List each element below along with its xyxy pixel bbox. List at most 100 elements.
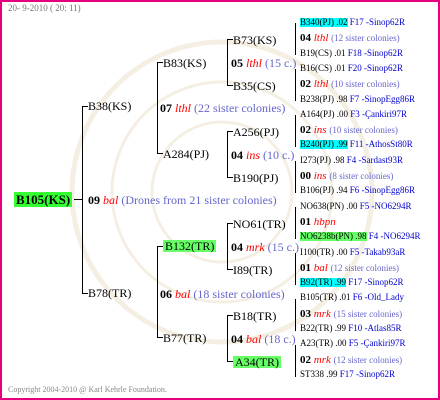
sister-colonies-note: (12 sister colonies)	[330, 262, 400, 273]
drone-gen-number: 02	[300, 124, 311, 137]
ancestor-row[interactable]: B19(CS) .01 F18 -Sinop62R	[300, 47, 404, 58]
ancestor-row[interactable]: I100(TR) .00 F5 -Takab93aR	[300, 246, 406, 257]
tree-line	[295, 23, 296, 55]
tree-line	[295, 299, 296, 331]
drone-origin-row: 01 hbpn	[300, 215, 336, 228]
drone-origin-row: 00 ins (8 sister colonies)	[300, 171, 393, 182]
ancestor-row[interactable]: I273(PJ) .98 F4 -Sardast93R	[300, 154, 403, 165]
ancestor-id[interactable]: I100(TR) .00	[300, 247, 348, 257]
drone-race: hbpn	[313, 215, 336, 228]
ancestor-source: F18 -Sinop62R	[347, 47, 404, 58]
ancestor-id[interactable]: B19(CS) .01	[300, 48, 346, 58]
ancestor-source: F6 -SinopEgg86R	[349, 185, 416, 196]
ancestor-source: F7 -SinopEgg86R	[349, 93, 416, 104]
sister-colonies-note: (10 sister colonies)	[329, 125, 398, 136]
tree-line	[157, 62, 158, 154]
drone-gen-number: 01	[300, 215, 311, 228]
ancestor-id[interactable]: NO638(PN) .00	[300, 201, 358, 211]
great-grandparent-queen[interactable]: B73(KS)	[233, 34, 276, 46]
drone-race: lthl	[313, 32, 329, 45]
drone-race: ins	[313, 124, 327, 137]
root-queen[interactable]: B105(KS)	[14, 192, 73, 207]
ancestor-id[interactable]: B105(TR) .01	[300, 293, 351, 302]
parent-queen-1[interactable]: B38(KS)	[88, 100, 131, 112]
ancestor-row[interactable]: B106(PJ) .94 F6 -SinopEgg86R	[300, 186, 415, 195]
great-grandparent-queen[interactable]: I89(TR)	[233, 264, 272, 276]
tree-line	[295, 253, 296, 285]
drone-origin-row: 02 lthl (10 sister colonies)	[300, 79, 400, 90]
tree-line	[295, 345, 296, 377]
ancestor-row[interactable]: B238(PJ) .98 F7 -SinopEgg86R	[300, 93, 416, 104]
grandparent-3-drone-info: 04 mrk (15 c.)	[231, 240, 299, 254]
ancestor-row[interactable]: B105(TR) .01 F6 -Old_Lady	[300, 293, 404, 302]
ancestor-id[interactable]: B22(TR) .99	[300, 324, 346, 333]
ancestor-source: F17 -Sinop62R	[349, 17, 406, 27]
great-grandparent-queen[interactable]: B190(PJ)	[233, 172, 278, 184]
sister-colonies-note: (15 sister colonies)	[333, 308, 403, 319]
ancestor-source: F5 -NO6294R	[359, 200, 412, 211]
great-grandparent-queen[interactable]: A256(PJ)	[233, 126, 279, 138]
ancestor-row[interactable]: NO6238b(PN) .98 F4 -NO6294R	[300, 231, 421, 242]
ancestor-source: F20 -Sinop62R	[347, 62, 404, 73]
tree-line	[295, 207, 296, 239]
tree-line	[74, 199, 83, 200]
ancestor-row[interactable]: B22(TR) .99 F10 -Atlas85R	[300, 324, 402, 333]
ancestor-row[interactable]: A164(PJ) .00 F3 -Çankiri97R	[300, 109, 407, 119]
grandparent-4-drone-info: 04 bal (18 c.)	[231, 332, 296, 346]
parent-2-drone-info: 06 bal (18 sister colonies)	[160, 287, 285, 301]
drone-origin-row: 04 lthl (12 sister colonies)	[300, 33, 400, 44]
ancestor-source: F11 -AthosSt80R	[349, 139, 413, 150]
great-grandparent-queen[interactable]: NO61(TR)	[233, 218, 286, 230]
sister-colonies-note: (10 sister colonies)	[331, 79, 400, 90]
drone-gen-number: 02	[300, 353, 311, 366]
ancestor-row[interactable]: B240(PJ) .99 F11 -AthosSt80R	[300, 139, 413, 150]
ancestor-id[interactable]: B238(PJ) .98	[300, 94, 348, 104]
tree-line	[82, 106, 83, 294]
drone-race: mrk	[313, 307, 331, 320]
grandparent-queen-3[interactable]: B132(TR)	[163, 240, 217, 252]
drone-gen-number: 01	[300, 261, 311, 274]
drone-race: bal	[313, 261, 328, 274]
ancestor-source: F4 -Sardast93R	[346, 154, 403, 165]
sister-colonies-note: (12 sister colonies)	[331, 33, 400, 44]
drone-gen-number: 03	[300, 307, 311, 320]
ancestor-id[interactable]: B340(PJ) .02	[300, 18, 348, 27]
ancestor-id[interactable]: B240(PJ) .99	[300, 140, 348, 150]
ancestor-id[interactable]: B16(CS) .01	[300, 63, 346, 73]
drone-origin-row: 01 bal (12 sister colonies)	[300, 261, 400, 274]
tree-line	[227, 315, 228, 362]
tree-line	[295, 115, 296, 147]
ancestor-source: F17 -Sinop62R	[348, 277, 404, 288]
great-grandparent-queen[interactable]: B18(TR)	[233, 310, 276, 322]
grandparent-queen-4[interactable]: B77(TR)	[163, 332, 206, 344]
ancestor-row[interactable]: NO638(PN) .00 F5 -NO6294R	[300, 200, 412, 211]
ancestor-source: F5 -Çankiri97R	[348, 338, 406, 349]
grandparent-queen-2[interactable]: A284(PJ)	[163, 148, 209, 160]
drone-race: mrk	[313, 353, 331, 366]
ancestor-source: F4 -NO6294R	[368, 231, 421, 242]
root-drone-info: 09 bal (Drones from 21 sister colonies)	[88, 193, 277, 207]
great-grandparent-queen[interactable]: A34(TR)	[233, 356, 281, 368]
ancestor-row[interactable]: B340(PJ) .02 F17 -Sinop62R	[300, 18, 405, 27]
ancestor-row[interactable]: ST338 .99 F17 -Sinop62R	[300, 369, 395, 379]
tree-line	[227, 39, 228, 86]
ancestor-id[interactable]: A23(TR) .00	[300, 339, 347, 348]
tree-line	[157, 246, 158, 338]
ancestor-id[interactable]: ST338 .99	[300, 369, 338, 379]
ancestor-row[interactable]: B92(TR) .99 F17 -Sinop62R	[300, 277, 404, 288]
ancestor-source: F5 -Takab93aR	[349, 246, 406, 257]
grandparent-2-drone-info: 04 ins (10 c.)	[231, 148, 295, 162]
parent-queen-2[interactable]: B78(TR)	[88, 287, 131, 299]
ancestor-id[interactable]: B106(PJ) .94	[300, 186, 348, 195]
sister-colonies-note: (12 sister colonies)	[333, 354, 403, 365]
great-grandparent-queen[interactable]: B35(CS)	[233, 80, 276, 92]
ancestor-id[interactable]: B92(TR) .99	[300, 278, 346, 288]
ancestor-row[interactable]: B16(CS) .01 F20 -Sinop62R	[300, 62, 404, 73]
tree-line	[227, 223, 228, 270]
grandparent-queen-1[interactable]: B83(KS)	[163, 57, 206, 69]
ancestor-id[interactable]: NO6238b(PN) .98	[300, 232, 367, 242]
ancestor-row[interactable]: A23(TR) .00 F5 -Çankiri97R	[300, 339, 406, 348]
ancestor-id[interactable]: A164(PJ) .00	[300, 109, 348, 119]
pedigree-frame: 20- 9-2010 ( 20: 11) Copyright 2004-2010…	[0, 0, 440, 400]
ancestor-id[interactable]: I273(PJ) .98	[300, 155, 345, 165]
